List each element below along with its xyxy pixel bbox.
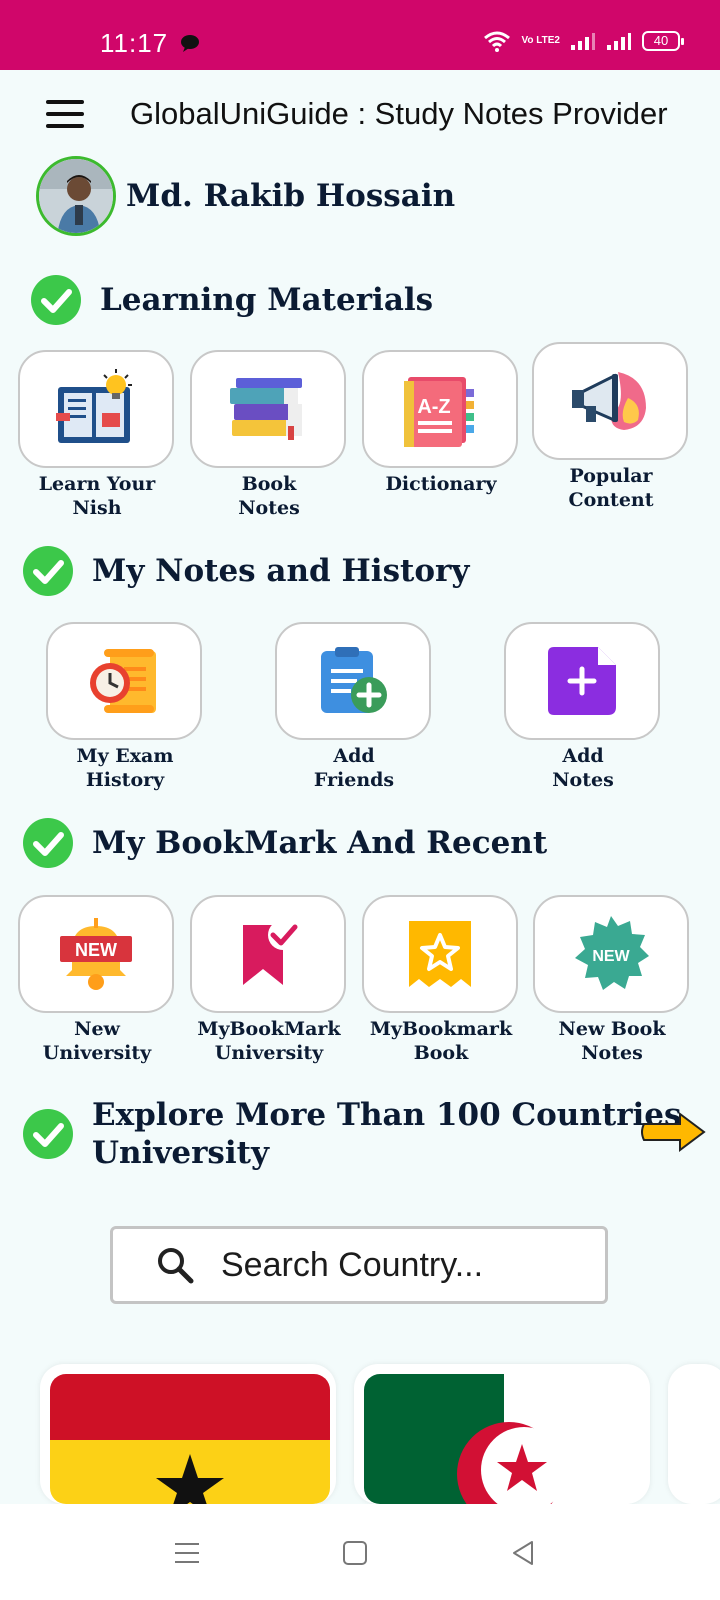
tile-mybookmark-book[interactable]: MyBookmark Book — [362, 895, 520, 1065]
section-title: My Notes and History — [92, 553, 470, 589]
tile-popular-content[interactable]: Popular Content — [532, 342, 690, 512]
section-title: Explore More Than 100 Countries Universi… — [92, 1097, 682, 1171]
profile-name: Md. Rakib Hossain — [126, 178, 456, 214]
add-notes-icon — [548, 647, 616, 715]
section-bookmark-recent: My BookMark And Recent — [22, 817, 547, 869]
tile-label: Add Friends — [313, 745, 395, 791]
avatar-image — [39, 159, 113, 233]
tile-my-exam-history[interactable]: My Exam History — [46, 622, 204, 792]
svg-text:NEW: NEW — [592, 948, 630, 965]
tile-label: New University — [42, 1018, 152, 1064]
check-circle-icon — [23, 546, 73, 596]
tile-label: Book Notes — [238, 473, 300, 519]
tile-button[interactable] — [190, 895, 346, 1013]
wifi-icon — [484, 31, 511, 52]
tile-button[interactable]: NEW — [533, 895, 689, 1013]
country-card[interactable] — [40, 1364, 336, 1504]
tile-button[interactable] — [532, 342, 688, 460]
check-circle-icon — [23, 818, 73, 868]
tile-button[interactable] — [18, 350, 174, 468]
tile-label: MyBookmark Book — [369, 1018, 513, 1064]
tile-add-notes[interactable]: Add Notes — [504, 622, 662, 792]
search-icon — [158, 1248, 194, 1284]
tile-label: Popular Content — [568, 465, 654, 511]
status-time: 11:17 — [100, 28, 169, 58]
status-icons: Vo LTE2 40 — [483, 30, 684, 52]
bookmark-star-icon — [409, 921, 471, 987]
svg-text:NEW: NEW — [75, 940, 117, 960]
add-friends-icon — [321, 647, 387, 713]
tile-learn-your-nish[interactable]: Learn Your Nish — [18, 350, 176, 520]
signal-icon — [607, 33, 631, 50]
bookmark-check-icon — [243, 920, 298, 985]
recent-apps-icon[interactable] — [172, 1538, 202, 1568]
tile-button[interactable] — [275, 622, 431, 740]
tile-dictionary[interactable]: A-Z Dictionary — [362, 350, 520, 496]
message-icon — [181, 35, 199, 52]
status-bar: 11:17 Vo LTE2 40 — [0, 0, 720, 70]
country-card[interactable] — [354, 1364, 650, 1504]
tile-new-book-notes[interactable]: NEW New Book Notes — [533, 895, 691, 1065]
tile-label: Dictionary — [385, 473, 497, 495]
tile-button[interactable] — [46, 622, 202, 740]
books-stack-icon — [230, 378, 302, 440]
app-title: GlobalUniGuide : Study Notes Provider — [130, 96, 668, 131]
exam-history-icon — [90, 649, 156, 713]
algeria-flag-icon — [364, 1374, 644, 1504]
tile-label: New Book Notes — [558, 1018, 666, 1064]
tile-button[interactable] — [362, 895, 518, 1013]
section-my-notes-history: My Notes and History — [22, 545, 469, 597]
tile-label: Add Notes — [552, 745, 614, 791]
battery-indicator: 40 — [642, 31, 684, 51]
tile-label: Learn Your Nish — [38, 473, 156, 519]
section-learning-materials: Learning Materials — [30, 274, 433, 326]
tile-button[interactable]: NEW — [18, 895, 174, 1013]
country-card[interactable] — [668, 1364, 720, 1504]
megaphone-icon — [572, 372, 646, 430]
menu-icon[interactable] — [46, 100, 84, 128]
learn-book-icon — [56, 369, 132, 443]
section-title: Learning Materials — [100, 282, 434, 318]
tile-button[interactable] — [190, 350, 346, 468]
new-bell-icon: NEW — [60, 918, 132, 990]
ghana-flag-icon — [50, 1374, 330, 1504]
avatar[interactable] — [36, 156, 116, 236]
home-icon[interactable] — [340, 1538, 370, 1568]
signal-icon — [571, 33, 595, 50]
check-circle-icon — [31, 275, 81, 325]
system-nav-bar — [0, 1504, 720, 1600]
search-box[interactable] — [110, 1226, 608, 1304]
profile-header[interactable]: Md. Rakib Hossain — [36, 156, 455, 236]
tile-mybookmark-university[interactable]: MyBookMark University — [190, 895, 348, 1065]
svg-text:A-Z: A-Z — [417, 396, 450, 418]
section-title: My BookMark And Recent — [92, 825, 548, 861]
tile-book-notes[interactable]: Book Notes — [190, 350, 348, 520]
new-badge-icon: NEW — [575, 916, 649, 990]
arrow-right-icon[interactable] — [640, 1112, 708, 1152]
search-input[interactable] — [221, 1245, 581, 1285]
back-icon[interactable] — [508, 1538, 538, 1568]
app-bar: GlobalUniGuide : Study Notes Provider — [0, 70, 720, 160]
section-explore-countries: Explore More Than 100 Countries Universi… — [22, 1096, 681, 1172]
volte-indicator: Vo LTE2 — [521, 35, 560, 46]
tile-add-friends[interactable]: Add Friends — [275, 622, 433, 792]
tile-label: MyBookMark University — [197, 1018, 341, 1064]
tile-button[interactable]: A-Z — [362, 350, 518, 468]
check-circle-icon — [23, 1109, 73, 1159]
dictionary-icon: A-Z — [404, 377, 474, 447]
tile-button[interactable] — [504, 622, 660, 740]
tile-label: My Exam History — [76, 745, 174, 791]
tile-new-university[interactable]: NEW New University — [18, 895, 176, 1065]
